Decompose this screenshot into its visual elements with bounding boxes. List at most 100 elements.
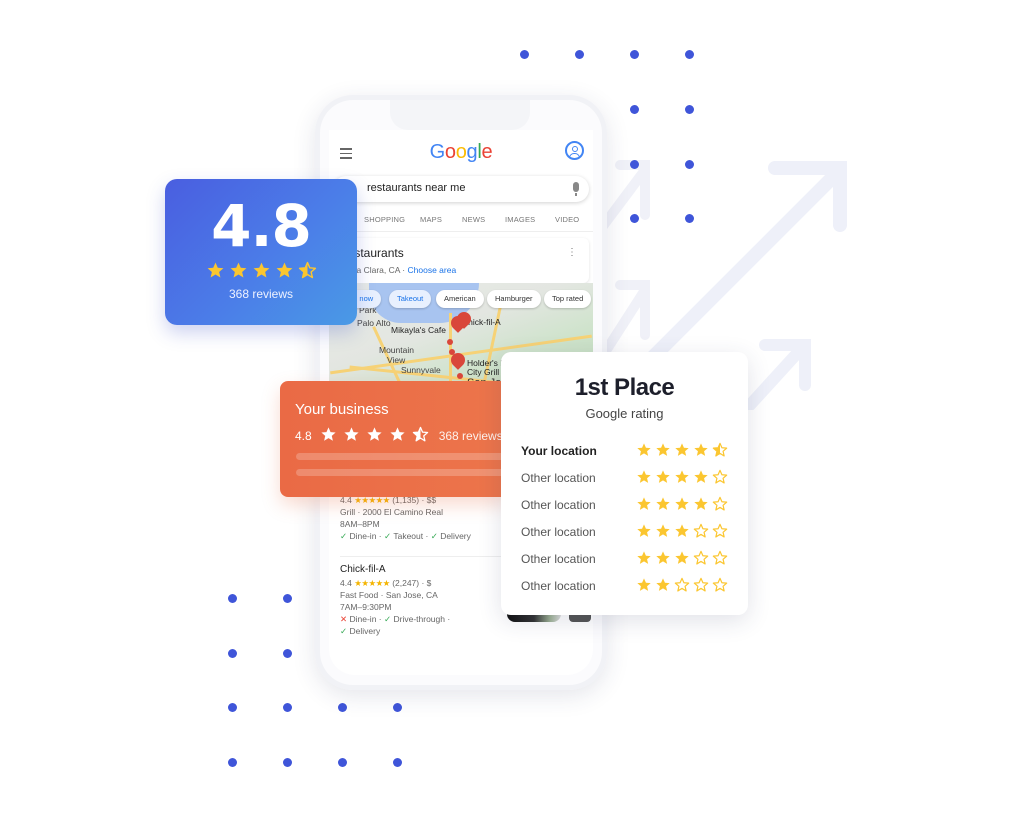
result-rating: 4.4 ★★★★★ (2,247) · $: [340, 577, 450, 589]
decorative-dot: [283, 758, 292, 767]
star-filled-icon: [693, 496, 709, 517]
star-empty-icon: [712, 523, 728, 544]
chip-hamburger[interactable]: Hamburger: [487, 290, 541, 308]
map-label: View: [387, 355, 406, 365]
tab-news[interactable]: NEWS: [462, 215, 485, 224]
result-hours: 8AM–8PM: [340, 519, 380, 529]
chip-top-rated[interactable]: Top rated: [544, 290, 592, 308]
check-icon: ✓: [430, 531, 438, 541]
ranking-row-other-location: Other location: [521, 577, 731, 595]
more-vert-icon[interactable]: ⋮: [567, 247, 577, 258]
star-empty-icon: [693, 577, 709, 598]
map-marker-dot[interactable]: [447, 339, 453, 345]
decorative-dot: [338, 703, 347, 712]
ranking-row-your-location: Your location: [521, 442, 731, 460]
decorative-dot: [520, 50, 529, 59]
search-query[interactable]: restaurants near me: [367, 182, 465, 194]
tab-maps[interactable]: MAPS: [420, 215, 442, 224]
review-count: 368 reviews: [228, 287, 294, 301]
star-empty-icon: [674, 577, 690, 598]
google-logo: Google: [329, 141, 593, 164]
star-filled-icon: [655, 577, 671, 598]
location-label: Other location: [521, 498, 596, 512]
location-stars: [636, 523, 728, 544]
ranking-subtitle: Google rating: [585, 406, 664, 421]
rating-summary-card: 4.8 368 reviews: [165, 179, 357, 325]
chip-american[interactable]: American: [436, 290, 484, 308]
decorative-dot: [393, 758, 402, 767]
star-half-icon: [412, 426, 429, 446]
tab-video[interactable]: VIDEO: [555, 215, 579, 224]
star-filled-icon: [674, 523, 690, 544]
decorative-dot: [630, 160, 639, 169]
logo-letter: e: [481, 141, 493, 163]
local-pack-header: Restaurants Santa Clara, CA · Choose are…: [331, 238, 589, 283]
search-input[interactable]: restaurants near me: [333, 176, 589, 202]
ranking-title: 1st Place: [574, 374, 675, 401]
rating-stars: [165, 261, 357, 285]
decorative-dot: [338, 758, 347, 767]
feature-label: Dine-in: [349, 614, 377, 624]
logo-letter: G: [429, 141, 446, 163]
business-rating: 4.8 368 reviews: [295, 426, 503, 446]
result-features: ✓ Dine-in · ✓ Takeout · ✓ Delivery: [340, 531, 471, 541]
location-label: Other location: [521, 525, 596, 539]
ranking-row-other-location: Other location: [521, 496, 731, 514]
placeholder-bar: [296, 453, 510, 460]
star-empty-icon: [712, 469, 728, 490]
choose-area-link[interactable]: Choose area: [408, 265, 457, 275]
star-icons: ★★★★★: [354, 578, 390, 588]
feature-label: Drive-through: [393, 614, 446, 624]
ranking-row-other-location: Other location: [521, 523, 731, 541]
star-filled-icon: [655, 442, 671, 463]
star-filled-icon: [636, 523, 652, 544]
map-marker-dot[interactable]: [449, 349, 455, 355]
star-filled-icon: [674, 550, 690, 571]
ranking-row-other-location: Other location: [521, 550, 731, 568]
location-stars: [636, 496, 728, 517]
feature-label: Delivery: [349, 626, 381, 636]
filter-chips: Open now Takeout American Hamburger Top …: [329, 290, 593, 310]
location-stars: [636, 469, 728, 490]
logo-letter: g: [466, 141, 478, 163]
star-filled-icon: [655, 523, 671, 544]
star-filled-icon: [636, 442, 652, 463]
ranking-card: 1st Place Google rating Your location Oth…: [501, 352, 748, 615]
chip-takeout[interactable]: Takeout: [389, 290, 432, 308]
star-filled-icon: [343, 426, 360, 446]
star-filled-icon: [636, 496, 652, 517]
decorative-dot: [685, 105, 694, 114]
decorative-dot: [685, 214, 694, 223]
star-filled-icon: [674, 442, 690, 463]
star-filled-icon: [252, 261, 271, 285]
business-score: 4.8: [295, 429, 312, 443]
star-half-icon: [298, 261, 317, 285]
star-half-icon: [712, 442, 728, 463]
star-filled-icon: [674, 496, 690, 517]
ranking-row-other-location: Other location: [521, 469, 731, 487]
tab-images[interactable]: IMAGES: [505, 215, 535, 224]
result-name[interactable]: Chick-fil-A: [340, 563, 450, 577]
map-marker-dot[interactable]: [457, 373, 463, 379]
decorative-dot: [630, 214, 639, 223]
location-stars: [636, 442, 728, 463]
decorative-dot: [393, 703, 402, 712]
account-circle-icon[interactable]: [565, 141, 584, 160]
decorative-dot: [228, 594, 237, 603]
star-filled-icon: [366, 426, 383, 446]
microphone-icon[interactable]: [573, 182, 579, 196]
decorative-dot: [283, 594, 292, 603]
placeholder-bar: [296, 469, 510, 476]
trend-arrow-icon: [744, 339, 811, 410]
cross-icon: ✕: [340, 614, 348, 624]
logo-letter: o: [455, 141, 467, 163]
star-empty-icon: [712, 550, 728, 571]
logo-letter: o: [444, 141, 456, 163]
star-filled-icon: [389, 426, 406, 446]
tab-shopping[interactable]: SHOPPING: [364, 215, 405, 224]
search-tabs: SHOPPING MAPS NEWS IMAGES VIDEO: [329, 210, 593, 232]
location-stars: [636, 577, 728, 598]
result-item[interactable]: Chick-fil-A 4.4 ★★★★★ (2,247) · $ Fast F…: [340, 563, 450, 637]
decorative-dot: [283, 649, 292, 658]
review-count: (2,247) · $: [392, 578, 432, 588]
